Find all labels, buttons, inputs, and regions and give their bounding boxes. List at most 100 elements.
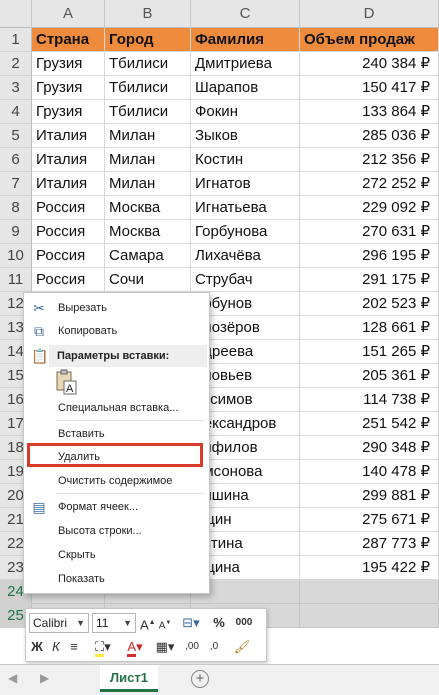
table-cell[interactable]: Италия [32, 124, 105, 148]
row-header[interactable]: 11 [0, 268, 32, 292]
column-header[interactable]: A [32, 0, 105, 28]
sheet-tab[interactable]: Лист1 [100, 665, 158, 692]
table-cell[interactable]: Россия [32, 196, 105, 220]
table-cell[interactable]: 290 348 ₽ [300, 436, 439, 460]
row-header[interactable]: 8 [0, 196, 32, 220]
table-cell[interactable]: Милан [105, 124, 191, 148]
table-cell[interactable]: 151 265 ₽ [300, 340, 439, 364]
table-cell[interactable]: Тбилиси [105, 100, 191, 124]
table-cell[interactable]: Игнатов [191, 172, 300, 196]
table-cell[interactable]: Тбилиси [105, 52, 191, 76]
table-cell[interactable]: 212 356 ₽ [300, 148, 439, 172]
percent-button[interactable]: % [210, 613, 228, 633]
table-cell[interactable]: Россия [32, 268, 105, 292]
row-header[interactable]: 9 [0, 220, 32, 244]
bold-button[interactable]: Ж [29, 637, 45, 657]
table-cell[interactable]: 270 631 ₽ [300, 220, 439, 244]
table-cell[interactable]: 296 195 ₽ [300, 244, 439, 268]
table-cell[interactable]: Грузия [32, 52, 105, 76]
table-cell[interactable]: 133 864 ₽ [300, 100, 439, 124]
table-cell[interactable]: Дмитриева [191, 52, 300, 76]
table-cell[interactable]: 140 478 ₽ [300, 460, 439, 484]
table-cell[interactable]: 251 542 ₽ [300, 412, 439, 436]
table-cell[interactable]: Москва [105, 220, 191, 244]
table-cell[interactable]: Тбилиси [105, 76, 191, 100]
table-cell[interactable]: Самара [105, 244, 191, 268]
table-cell[interactable]: 291 175 ₽ [300, 268, 439, 292]
table-cell[interactable]: 195 422 ₽ [300, 556, 439, 580]
table-cell[interactable]: Костин [191, 148, 300, 172]
grow-font-icon[interactable]: A▲ [140, 613, 156, 633]
table-cell[interactable]: 150 417 ₽ [300, 76, 439, 100]
select-all-corner[interactable] [0, 0, 32, 28]
column-header[interactable]: C [191, 0, 300, 28]
table-cell[interactable]: 128 661 ₽ [300, 316, 439, 340]
header-cell[interactable]: Объем продаж [300, 28, 439, 52]
table-cell[interactable]: 205 361 ₽ [300, 364, 439, 388]
table-cell[interactable]: Грузия [32, 76, 105, 100]
table-cell[interactable]: Москва [105, 196, 191, 220]
table-cell[interactable]: Грузия [32, 100, 105, 124]
table-cell[interactable]: Милан [105, 148, 191, 172]
increase-decimal-icon[interactable]: ,0 [204, 637, 224, 657]
menu-item-format-cells[interactable]: ▤ Формат ячеек... [24, 496, 209, 518]
next-sheet-icon[interactable]: ▶ [40, 671, 49, 685]
shrink-font-icon[interactable]: A▼ [158, 613, 172, 633]
table-cell[interactable]: Зыков [191, 124, 300, 148]
menu-item-hide[interactable]: Скрыть [24, 544, 209, 566]
header-cell[interactable]: Фамилия [191, 28, 300, 52]
menu-item-clear-contents[interactable]: Очистить содержимое [24, 470, 209, 492]
font-color-icon[interactable]: A▾ [122, 637, 148, 657]
table-cell[interactable]: Италия [32, 148, 105, 172]
table-cell[interactable]: 287 773 ₽ [300, 532, 439, 556]
prev-sheet-icon[interactable]: ◀ [8, 671, 17, 685]
table-cell[interactable]: 275 671 ₽ [300, 508, 439, 532]
paste-option-button[interactable]: A [54, 369, 78, 395]
table-cell[interactable]: Россия [32, 244, 105, 268]
table-cell[interactable]: 114 738 ₽ [300, 388, 439, 412]
table-cell[interactable]: 240 384 ₽ [300, 52, 439, 76]
table-cell[interactable]: Италия [32, 172, 105, 196]
menu-item-row-height[interactable]: Высота строки... [24, 520, 209, 542]
column-header[interactable]: B [105, 0, 191, 28]
table-cell[interactable]: Игнатьева [191, 196, 300, 220]
row-header[interactable]: 4 [0, 100, 32, 124]
add-sheet-icon[interactable]: + [191, 670, 209, 688]
font-size-dropdown[interactable]: 11 ▼ [92, 613, 136, 633]
table-cell[interactable]: Милан [105, 172, 191, 196]
menu-item-insert[interactable]: Вставить [24, 423, 209, 445]
row-header[interactable]: 10 [0, 244, 32, 268]
borders-icon[interactable]: ▦▾ [152, 637, 178, 657]
table-cell[interactable] [300, 604, 439, 628]
table-cell[interactable]: Россия [32, 220, 105, 244]
row-header[interactable]: 3 [0, 76, 32, 100]
table-cell[interactable]: Лихачёва [191, 244, 300, 268]
format-painter-icon[interactable]: 🖌 [230, 637, 254, 657]
table-cell[interactable]: 229 092 ₽ [300, 196, 439, 220]
menu-item-show[interactable]: Показать [24, 568, 209, 590]
decrease-decimal-icon[interactable]: ,00 [182, 637, 202, 657]
row-header[interactable]: 1 [0, 28, 32, 52]
row-header[interactable]: 7 [0, 172, 32, 196]
menu-item-cut[interactable]: ✂ Вырезать [24, 297, 209, 319]
header-cell[interactable]: Страна [32, 28, 105, 52]
table-cell[interactable]: 272 252 ₽ [300, 172, 439, 196]
menu-item-copy[interactable]: ⧉ Копировать [24, 320, 209, 342]
table-cell[interactable]: 202 523 ₽ [300, 292, 439, 316]
table-cell[interactable]: 285 036 ₽ [300, 124, 439, 148]
row-header[interactable]: 5 [0, 124, 32, 148]
column-header[interactable]: D [300, 0, 439, 28]
header-cell[interactable]: Город [105, 28, 191, 52]
row-header[interactable]: 2 [0, 52, 32, 76]
italic-button[interactable]: К [48, 637, 64, 657]
table-cell[interactable]: Горбунова [191, 220, 300, 244]
font-name-dropdown[interactable]: Calibri ▼ [29, 613, 89, 633]
row-header[interactable]: 6 [0, 148, 32, 172]
thousands-separator-button[interactable]: 000 [232, 613, 256, 633]
table-cell[interactable] [300, 580, 439, 604]
fill-color-icon[interactable]: ⛶▾ [88, 637, 118, 657]
table-cell[interactable]: Струбач [191, 268, 300, 292]
table-cell[interactable]: Фокин [191, 100, 300, 124]
table-cell[interactable]: Шарапов [191, 76, 300, 100]
align-center-icon[interactable]: ≡ [66, 637, 82, 657]
